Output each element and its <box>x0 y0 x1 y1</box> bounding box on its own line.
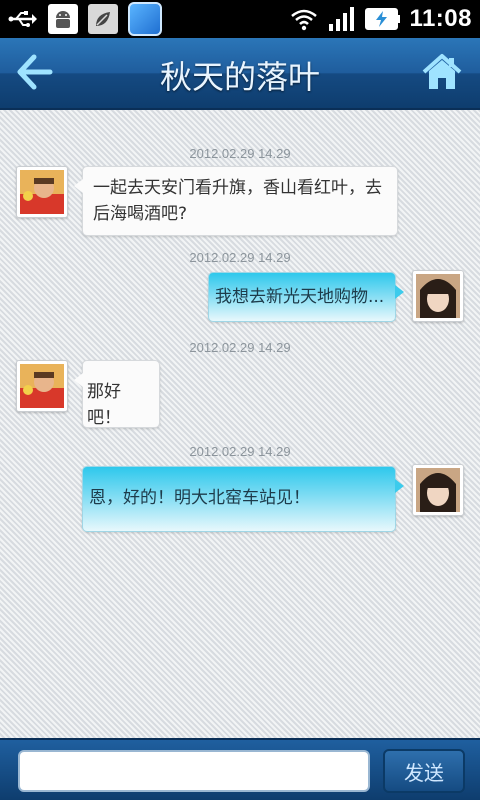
message-bubble-incoming[interactable]: 那好吧！ <box>74 360 160 428</box>
home-icon <box>420 52 464 96</box>
contact-avatar[interactable] <box>16 360 68 412</box>
battery-charging-icon <box>365 4 401 34</box>
user-avatar[interactable] <box>412 270 464 322</box>
send-button[interactable]: 发送 <box>383 749 465 793</box>
message-bubble-outgoing[interactable]: 我想去新光天地购物... <box>208 272 404 322</box>
leaf-notification-icon <box>88 4 118 34</box>
message-timestamp: 2012.02.29 14.29 <box>189 146 291 161</box>
message-input[interactable] <box>18 750 370 792</box>
status-bar-right: 11:08 <box>289 4 472 34</box>
message-text: 那好吧！ <box>87 382 121 428</box>
chat-area[interactable]: 2012.02.29 14.29 一起去天安门看升旗，香山看红叶，去 后海喝酒吧… <box>0 110 480 738</box>
message-text-line: 一起去天安门看升旗，香山看红叶，去 <box>93 178 382 198</box>
status-bar: 11:08 <box>0 0 480 38</box>
android-debug-icon <box>48 4 78 34</box>
page-title: 秋天的落叶 <box>159 58 320 96</box>
message-text: 恩，好的！明大北窑车站见！ <box>89 488 310 508</box>
message-bubble-incoming[interactable]: 一起去天安门看升旗，香山看红叶，去 后海喝酒吧? <box>74 166 398 236</box>
composer-bar: 发送 <box>0 738 480 800</box>
status-bar-left <box>8 2 162 36</box>
home-button[interactable] <box>418 50 466 98</box>
message-timestamp: 2012.02.29 14.29 <box>189 250 291 265</box>
title-bar: 秋天的落叶 <box>0 38 480 110</box>
user-avatar[interactable] <box>412 464 464 516</box>
app-notification-icon <box>128 2 162 36</box>
contact-avatar-image <box>20 170 64 214</box>
usb-icon <box>8 4 38 34</box>
message-text: 我想去新光天地购物... <box>215 287 385 307</box>
signal-icon <box>327 4 357 34</box>
user-avatar-image <box>416 468 460 512</box>
message-timestamp: 2012.02.29 14.29 <box>189 340 291 355</box>
status-clock: 11:08 <box>409 5 472 32</box>
message-timestamp: 2012.02.29 14.29 <box>189 444 291 459</box>
message-text-line: 后海喝酒吧? <box>93 204 188 224</box>
message-bubble-outgoing[interactable]: 恩，好的！明大北窑车站见！ <box>82 466 404 532</box>
user-avatar-image <box>416 274 460 318</box>
contact-avatar-image <box>20 364 64 408</box>
contact-avatar[interactable] <box>16 166 68 218</box>
wifi-icon <box>289 4 319 34</box>
